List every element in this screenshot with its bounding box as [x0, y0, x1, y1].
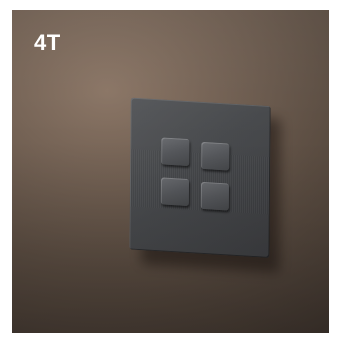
model-label: 4T — [34, 30, 61, 55]
product-photo: 4T — [12, 10, 329, 333]
switch-button-top-left — [161, 137, 190, 167]
switch-button-bottom-left — [160, 177, 190, 207]
switch-plate — [129, 97, 271, 258]
switch-button-top-right — [201, 141, 230, 171]
wall-switch — [129, 97, 281, 273]
image-frame: 4T — [0, 0, 340, 344]
switch-button-bottom-right — [200, 181, 229, 211]
